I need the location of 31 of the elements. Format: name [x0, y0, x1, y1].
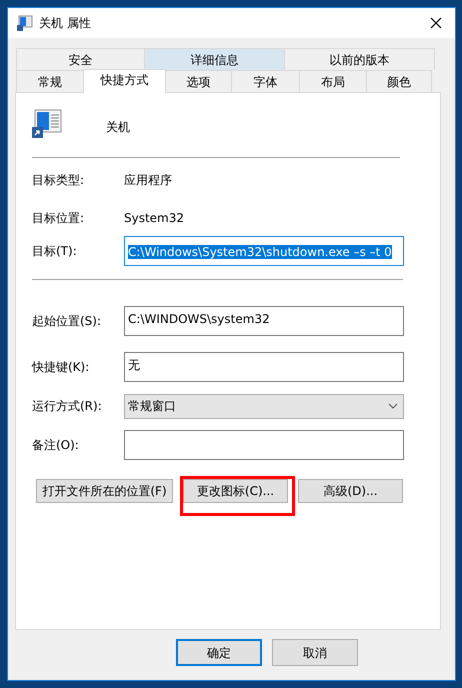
field-value: 应用程序 — [124, 172, 172, 189]
button[interactable]: 打开文件所在的位置(F) — [36, 479, 173, 503]
button[interactable]: 确定 — [176, 639, 262, 666]
chevron-down-icon — [388, 403, 398, 409]
field-label: 目标位置: — [32, 210, 86, 227]
button[interactable]: 高级(D)... — [298, 479, 403, 503]
tab[interactable]: 颜色 — [366, 70, 432, 92]
field-value: System32 — [124, 210, 184, 227]
button[interactable]: 取消 — [272, 639, 358, 666]
field-label: 目标类型: — [32, 172, 86, 189]
tab[interactable]: 安全 — [16, 48, 145, 70]
field-label: 起始位置(S): — [32, 313, 102, 330]
input-field[interactable]: 无 — [124, 352, 404, 382]
button[interactable]: 更改图标(C)... — [183, 479, 288, 503]
field-label: 快捷键(K): — [32, 359, 90, 376]
run-mode-dropdown[interactable]: 常规窗口 — [124, 394, 404, 418]
field-label: 目标(T): — [32, 243, 78, 260]
shortcut-icon — [17, 15, 33, 31]
tab[interactable]: 常规 — [16, 70, 84, 92]
input-field[interactable]: C:\WINDOWS\system32 — [124, 306, 404, 336]
close-icon[interactable] — [430, 17, 442, 29]
input-field[interactable] — [124, 430, 404, 460]
shortcut-icon — [32, 109, 62, 139]
tab[interactable]: 快捷方式 — [83, 69, 166, 93]
shortcut-name: 关机 — [106, 119, 130, 136]
field-label: 运行方式(R): — [32, 398, 103, 415]
tab[interactable]: 详细信息 — [144, 48, 285, 70]
target-field[interactable]: C:\Windows\System32\shutdown.exe –s –t 0 — [124, 236, 404, 266]
window-title: 关机 属性 — [39, 15, 91, 32]
tab[interactable]: 以前的版本 — [284, 48, 435, 70]
field-label: 备注(O): — [32, 437, 80, 454]
